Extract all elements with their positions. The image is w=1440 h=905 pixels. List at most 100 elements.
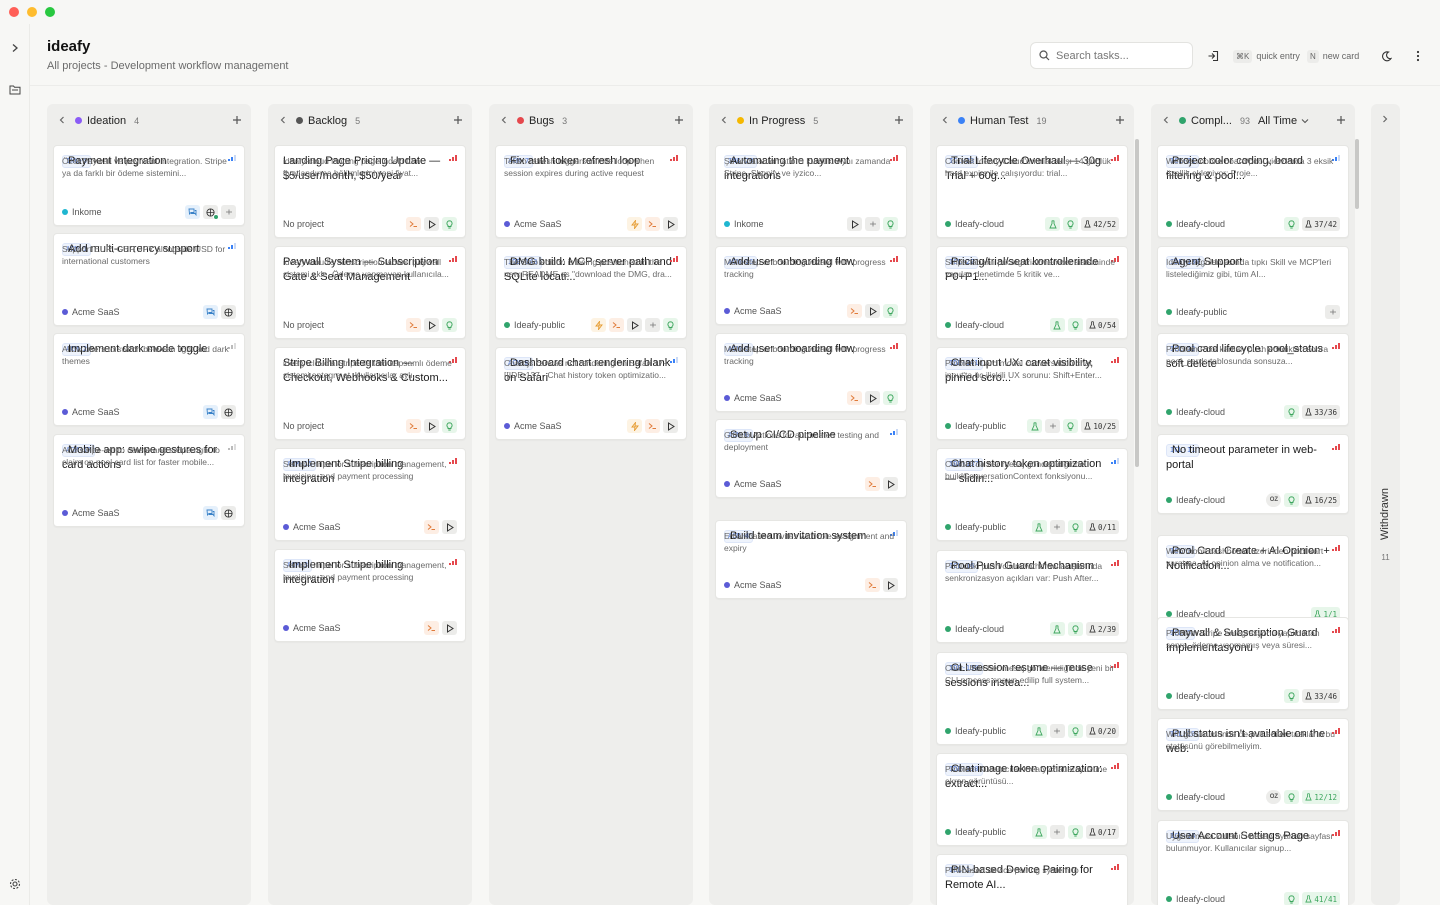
play-icon[interactable] bbox=[442, 621, 457, 635]
flask-icon[interactable] bbox=[1031, 724, 1047, 738]
task-card[interactable]: ICL-23 Trial Lifecycle Overhaul — 30g Tri… bbox=[936, 145, 1128, 238]
terminal-icon[interactable] bbox=[609, 318, 624, 332]
avatar[interactable]: OZ bbox=[1266, 493, 1282, 507]
task-card[interactable]: ICL-21 Project color coding, board filter… bbox=[1157, 145, 1349, 238]
new-card-button[interactable]: N new card bbox=[1307, 48, 1359, 64]
add-card-icon[interactable] bbox=[450, 112, 466, 128]
globe-icon[interactable] bbox=[203, 205, 219, 220]
drag-handle-icon[interactable] bbox=[221, 205, 236, 219]
play-icon[interactable] bbox=[424, 318, 439, 332]
play-icon[interactable] bbox=[663, 419, 678, 433]
lightbulb-icon[interactable] bbox=[1284, 493, 1300, 507]
play-icon[interactable] bbox=[442, 520, 457, 534]
terminal-icon[interactable] bbox=[645, 419, 660, 433]
task-card[interactable]: INK-4 Payment Integration Özet Paywall ve … bbox=[53, 145, 245, 226]
lightbulb-icon[interactable] bbox=[1067, 318, 1083, 332]
lightbulb-icon[interactable] bbox=[442, 318, 457, 332]
play-icon[interactable] bbox=[663, 217, 678, 231]
flask-icon[interactable] bbox=[1045, 217, 1061, 231]
terminal-icon[interactable] bbox=[847, 304, 862, 318]
task-card[interactable]: ICL-5 Paywall & Subscription Guard Implem… bbox=[1157, 617, 1349, 710]
lightbulb-icon[interactable] bbox=[1067, 724, 1083, 738]
collapse-column-icon[interactable] bbox=[56, 114, 68, 126]
terminal-icon[interactable] bbox=[406, 217, 421, 231]
terminal-icon[interactable] bbox=[645, 217, 660, 231]
task-card[interactable]: ACM-7 Fix auth token refresh loop Token re… bbox=[495, 145, 687, 238]
test-progress-badge[interactable]: 0/54 bbox=[1085, 318, 1119, 332]
play-icon[interactable] bbox=[865, 304, 880, 318]
task-card[interactable]: ICL-22 Pricing/trial/seat kontrollerinde … bbox=[936, 246, 1128, 339]
task-card[interactable]: ACM-16 Add user onboarding flow Multi-step… bbox=[715, 246, 907, 325]
terminal-icon[interactable] bbox=[865, 578, 880, 592]
collapse-column-icon[interactable] bbox=[1160, 114, 1172, 126]
lightbulb-icon[interactable] bbox=[442, 217, 457, 231]
task-card[interactable]: ACM-4 Build team invitation system Email-b… bbox=[715, 520, 907, 599]
test-progress-badge[interactable]: 0/11 bbox=[1085, 520, 1119, 534]
terminal-icon[interactable] bbox=[847, 391, 862, 405]
task-card[interactable]: ICL-7 Pool Card Create + AI Opinion + Not… bbox=[1157, 535, 1349, 628]
completed-scrollbar[interactable] bbox=[1355, 139, 1359, 209]
lightbulb-icon[interactable] bbox=[883, 391, 898, 405]
task-card[interactable]: Stripe Billing Integration — Checkout, W… bbox=[274, 347, 466, 440]
zap-icon[interactable] bbox=[627, 419, 642, 433]
lightbulb-icon[interactable] bbox=[1284, 892, 1300, 905]
minimize-window-button[interactable] bbox=[27, 7, 37, 17]
flask-icon[interactable] bbox=[1027, 419, 1043, 433]
collapse-column-icon[interactable] bbox=[277, 114, 289, 126]
play-icon[interactable] bbox=[424, 217, 439, 231]
task-card[interactable]: ACM-1 Add multi-currency support Support E… bbox=[53, 233, 245, 326]
task-card[interactable]: ICL-11 No timeout parameter in web-portal… bbox=[1157, 434, 1349, 514]
expand-sidebar-icon[interactable] bbox=[5, 38, 25, 58]
lightbulb-icon[interactable] bbox=[1067, 622, 1083, 636]
collapse-column-icon[interactable] bbox=[939, 114, 951, 126]
drag-handle-icon[interactable] bbox=[865, 217, 880, 231]
time-filter-dropdown[interactable]: All Time bbox=[1258, 113, 1309, 129]
globe-icon[interactable] bbox=[221, 305, 236, 319]
quick-entry-button[interactable]: ⌘K quick entry bbox=[1233, 48, 1300, 64]
test-progress-badge[interactable]: 16/25 bbox=[1302, 493, 1340, 507]
test-progress-badge[interactable]: 42/52 bbox=[1081, 217, 1119, 231]
test-progress-badge[interactable]: 0/20 bbox=[1085, 724, 1119, 738]
test-progress-badge[interactable]: 37/42 bbox=[1302, 217, 1340, 231]
test-progress-badge[interactable]: 33/46 bbox=[1302, 689, 1340, 703]
add-card-icon[interactable] bbox=[1112, 112, 1128, 128]
avatar[interactable]: OZ bbox=[1266, 790, 1282, 804]
lightbulb-icon[interactable] bbox=[442, 419, 457, 433]
add-card-icon[interactable] bbox=[229, 112, 245, 128]
globe-icon[interactable] bbox=[221, 506, 236, 520]
folder-icon[interactable] bbox=[5, 79, 25, 99]
drag-handle-icon[interactable] bbox=[1325, 305, 1340, 319]
play-icon[interactable] bbox=[883, 578, 898, 592]
task-card[interactable]: ACM-17 Mobile app: swipe gestures for car… bbox=[53, 434, 245, 527]
task-card[interactable]: ICL-14 User Account Settings Page Uygulama… bbox=[1157, 820, 1349, 905]
task-card[interactable]: IDE-137 Chat history token optimization —… bbox=[936, 448, 1128, 541]
terminal-icon[interactable] bbox=[865, 477, 880, 491]
terminal-icon[interactable] bbox=[424, 621, 439, 635]
task-card[interactable]: ACM-6 Set up CI/CD pipeline GitHub Actions… bbox=[715, 419, 907, 498]
zap-icon[interactable] bbox=[627, 217, 642, 231]
close-window-button[interactable] bbox=[9, 7, 19, 17]
task-card[interactable]: IDE-138 Chat image token optimization: ex… bbox=[936, 753, 1128, 846]
play-icon[interactable] bbox=[627, 318, 642, 332]
flask-icon[interactable] bbox=[1049, 622, 1065, 636]
globe-icon[interactable] bbox=[221, 405, 236, 419]
drag-handle-icon[interactable] bbox=[1045, 419, 1061, 433]
task-card[interactable]: ICL-16 Pool Push Guard Mechanism Pool'daki… bbox=[936, 550, 1128, 643]
chat-icon[interactable] bbox=[203, 405, 218, 419]
lightbulb-icon[interactable] bbox=[1063, 419, 1079, 433]
task-card[interactable]: ICL-1 PIN-based Device Pairing for Remote… bbox=[936, 854, 1128, 905]
task-card[interactable]: INK-28 Automating the payment integration… bbox=[715, 145, 907, 238]
task-card[interactable]: Landing Page Pricing Update — $5/user/mo… bbox=[274, 145, 466, 238]
lightbulb-icon[interactable] bbox=[1284, 217, 1300, 231]
play-icon[interactable] bbox=[847, 217, 862, 231]
add-card-icon[interactable] bbox=[891, 112, 907, 128]
play-icon[interactable] bbox=[883, 477, 898, 491]
task-card[interactable]: ICL-12 Pool card lifecycle: pool_status s… bbox=[1157, 333, 1349, 426]
test-progress-badge[interactable]: 10/25 bbox=[1081, 419, 1119, 433]
task-card[interactable]: IDE-141 Chat input UX: caret visibility, … bbox=[936, 347, 1128, 440]
flask-icon[interactable] bbox=[1049, 318, 1065, 332]
drag-handle-icon[interactable] bbox=[1049, 724, 1065, 738]
lightbulb-icon[interactable] bbox=[1284, 689, 1300, 703]
lightbulb-icon[interactable] bbox=[1063, 217, 1079, 231]
search-box[interactable] bbox=[1030, 42, 1193, 69]
